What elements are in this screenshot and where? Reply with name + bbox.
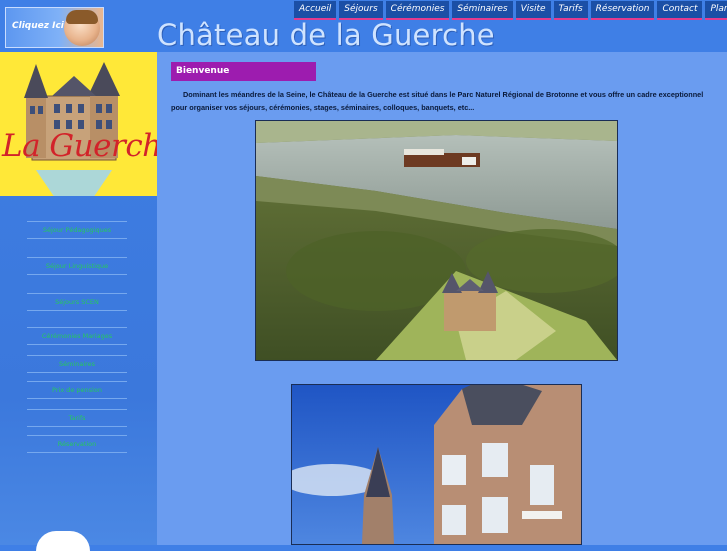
- nav-reservation[interactable]: Réservation: [590, 1, 655, 20]
- nav-ceremonies[interactable]: Cérémonies: [385, 1, 450, 20]
- site-title: Château de la Guerche: [157, 18, 495, 52]
- top-nav: Accueil Séjours Cérémonies Séminaires Vi…: [294, 1, 727, 20]
- logo-text: La Guerche: [2, 128, 157, 164]
- chateau-facade-photo: [291, 384, 582, 545]
- side-item-sejour-linguistique[interactable]: Séjour Linguistique: [27, 257, 127, 275]
- intro-paragraph: Dominant les méandres de la Seine, le Ch…: [171, 90, 704, 112]
- nav-seminaires[interactable]: Séminaires: [452, 1, 513, 20]
- nav-tarifs[interactable]: Tarifs: [553, 1, 588, 20]
- nav-visite[interactable]: Visite: [515, 1, 551, 20]
- side-item-tarifs[interactable]: Tarifs: [27, 409, 127, 427]
- section-heading: Bienvenue: [171, 62, 316, 81]
- facade-photo-illustration: [292, 385, 581, 544]
- side-item-seminaires[interactable]: Séminaires: [27, 355, 127, 373]
- logo-arrow-shape: [36, 170, 112, 196]
- promo-face-image: [64, 10, 100, 46]
- aerial-photo-seine-chateau: [255, 120, 618, 361]
- cloud-decoration: [36, 531, 90, 551]
- side-item-prix-de-pension[interactable]: Prix de pension: [27, 381, 127, 399]
- promo-label: Cliquez Ici: [12, 21, 64, 31]
- side-item-sejour-pedagogiques[interactable]: Séjour Pédagogiques: [27, 221, 127, 239]
- cliquez-ici-promo-button[interactable]: Cliquez Ici: [5, 7, 104, 48]
- nav-accueil[interactable]: Accueil: [294, 1, 337, 20]
- site-logo[interactable]: La Guerche: [0, 52, 157, 196]
- nav-contact[interactable]: Contact: [657, 1, 703, 20]
- nav-plan[interactable]: Plan: [705, 1, 727, 20]
- side-item-reservation[interactable]: Réservation: [27, 435, 127, 453]
- nav-sejours[interactable]: Séjours: [339, 1, 383, 20]
- side-item-ceremonies-mariages[interactable]: Cérémonies Mariages: [27, 327, 127, 345]
- aerial-photo-illustration: [256, 121, 617, 360]
- side-item-sejours-scen[interactable]: Séjours SCEN: [27, 293, 127, 311]
